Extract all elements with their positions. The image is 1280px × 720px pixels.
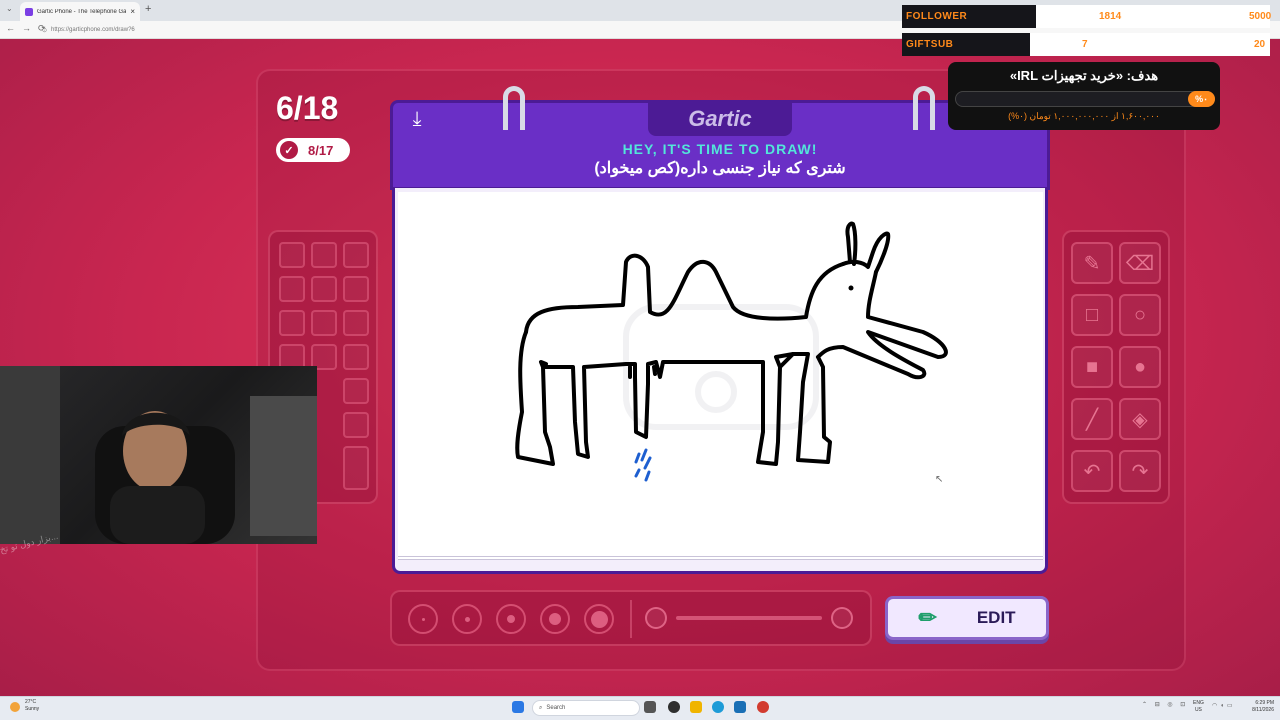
undo-icon[interactable]: ↶ <box>1071 450 1113 492</box>
app-icon[interactable] <box>668 701 680 713</box>
brush-size-1[interactable] <box>408 604 438 634</box>
circle-fill-icon[interactable]: ● <box>1119 346 1161 388</box>
follower-label: FOLLOWER <box>902 5 1036 28</box>
edit-label: EDIT <box>976 608 1016 627</box>
webcam-feed <box>0 366 317 544</box>
tool-panel: ✎ ⌫ □ ○ ■ ● ╱ ◈ ↶ ↷ <box>1062 230 1170 504</box>
check-icon: ✓ <box>280 141 298 159</box>
color-swatch[interactable] <box>279 310 305 336</box>
drawing <box>515 221 948 482</box>
opacity-min-knob[interactable] <box>645 607 667 629</box>
lang-bottom: US <box>1194 707 1202 713</box>
follower-row: FOLLOWER 1814 5000 <box>902 5 1272 28</box>
divider <box>630 600 632 638</box>
gartic-favicon-icon <box>25 7 33 16</box>
download-icon[interactable]: ⤓ <box>404 108 430 134</box>
goal-percent: %۰ <box>1188 91 1215 107</box>
search-icon: ⌕ <box>539 704 543 711</box>
color-swatch[interactable] <box>343 310 369 336</box>
taskbar <box>0 696 1280 720</box>
follower-goal: 5000 <box>1249 11 1272 22</box>
system-tray-icons[interactable]: ⌃ ⊟ ◎ ⊡ <box>1142 701 1188 708</box>
tab-menu-icon[interactable]: ⌄ <box>6 4 13 13</box>
goal-subtitle: ۱,۶۰۰,۰۰۰ از ۱,۰۰۰,۰۰۰,۰۰۰ تومان (۰%) <box>1008 111 1160 121</box>
tab-close-icon[interactable]: × <box>130 7 135 16</box>
prompt-text: شتری که نیاز جنسی داره(کص میخواد) <box>594 160 846 177</box>
eye <box>848 285 854 291</box>
mouse-cursor-icon: ↖ <box>935 474 944 485</box>
done-players-badge: ✓ 8/17 <box>276 138 350 162</box>
circle-outline-icon[interactable]: ○ <box>1119 294 1161 336</box>
color-swatch[interactable] <box>279 276 305 302</box>
gartic-logo: Gartic <box>648 102 792 136</box>
color-swatch[interactable] <box>343 242 369 268</box>
color-swatch[interactable] <box>343 378 369 404</box>
goal-progress-bar <box>955 91 1215 107</box>
streamer-silhouette <box>0 366 317 544</box>
brush-size-4[interactable] <box>540 604 570 634</box>
prompt-heading: HEY, IT'S TIME TO DRAW! <box>622 141 818 157</box>
weather-condition: Sunny <box>25 706 40 712</box>
time: 6:29 PM <box>1255 700 1274 706</box>
search-label: Search <box>546 705 566 711</box>
temperature: 27°C <box>25 699 37 705</box>
goal-title: هدف: «خرید تجهیزات IRL» <box>1009 68 1159 83</box>
store-icon[interactable] <box>734 701 746 713</box>
taskbar-search[interactable]: ⌕ Search <box>532 700 640 716</box>
new-tab-button[interactable]: + <box>145 3 151 15</box>
stream-stats-overlay: FOLLOWER 1814 5000 GIFTSUB 7 20 <box>902 5 1272 57</box>
network-volume-icons[interactable]: ◠◖▭ <box>1212 702 1236 709</box>
redo-icon[interactable]: ↷ <box>1119 450 1161 492</box>
brush-size-2[interactable] <box>452 604 482 634</box>
sun-icon[interactable] <box>10 702 20 712</box>
binder-ring <box>913 86 935 130</box>
windows-start-icon[interactable] <box>512 701 524 713</box>
color-swatch[interactable] <box>279 242 305 268</box>
weather-widget[interactable]: 27°C Sunny <box>25 699 39 713</box>
site-info-icon[interactable]: ⊙ <box>42 27 47 34</box>
round-counter: 6/18 <box>276 90 339 126</box>
giftsub-value: 7 <box>1082 39 1088 50</box>
color-swatch[interactable] <box>343 412 369 438</box>
done-count: 8/17 <box>308 142 334 158</box>
taskview-icon[interactable] <box>644 701 656 713</box>
file-explorer-icon[interactable] <box>690 701 702 713</box>
clock[interactable]: 6:29 PM 8/11/2026 <box>1238 700 1274 714</box>
color-swatch[interactable] <box>311 242 337 268</box>
edge-browser-icon[interactable] <box>712 701 724 713</box>
square-fill-icon[interactable]: ■ <box>1071 346 1113 388</box>
color-swatch[interactable] <box>311 310 337 336</box>
color-swatch[interactable] <box>343 276 369 302</box>
giftsub-goal: 20 <box>1254 39 1266 50</box>
square-outline-icon[interactable]: □ <box>1071 294 1113 336</box>
giftsub-label: GIFTSUB <box>902 33 1030 56</box>
chrome-icon[interactable] <box>757 701 769 713</box>
date: 8/11/2026 <box>1252 707 1274 713</box>
eraser-icon[interactable]: ⌫ <box>1119 242 1161 284</box>
browser-tab[interactable]: Gartic Phone - The Telephone Gar × <box>20 2 140 21</box>
edit-pencil-icon: ✏ <box>918 605 937 630</box>
brush-size-5[interactable] <box>584 604 614 634</box>
line-icon[interactable]: ╱ <box>1071 398 1113 440</box>
opacity-slider[interactable] <box>676 616 822 620</box>
custom-color-swatch[interactable] <box>343 446 369 490</box>
pencil-icon[interactable]: ✎ <box>1071 242 1113 284</box>
bucket-icon[interactable]: ◈ <box>1119 398 1161 440</box>
lang-top: ENG <box>1193 700 1204 706</box>
binder-ring <box>503 86 525 130</box>
follower-value: 1814 <box>1099 11 1122 22</box>
language-indicator[interactable]: ENG US <box>1193 700 1204 714</box>
edit-button[interactable]: ✏ EDIT <box>885 596 1049 640</box>
giftsub-row: GIFTSUB 7 20 <box>902 33 1270 56</box>
blue-drops <box>634 448 652 482</box>
color-swatch[interactable] <box>311 276 337 302</box>
tab-title: Gartic Phone - The Telephone Gar <box>37 8 127 15</box>
brush-size-3[interactable] <box>496 604 526 634</box>
color-swatch[interactable] <box>343 344 369 370</box>
url-text: https://garticphone.com/draw?6 <box>51 27 135 33</box>
opacity-max-knob[interactable] <box>831 607 853 629</box>
url-field[interactable]: ⊙ https://garticphone.com/draw?6 <box>42 24 902 36</box>
drawing-canvas[interactable] <box>398 192 1043 560</box>
